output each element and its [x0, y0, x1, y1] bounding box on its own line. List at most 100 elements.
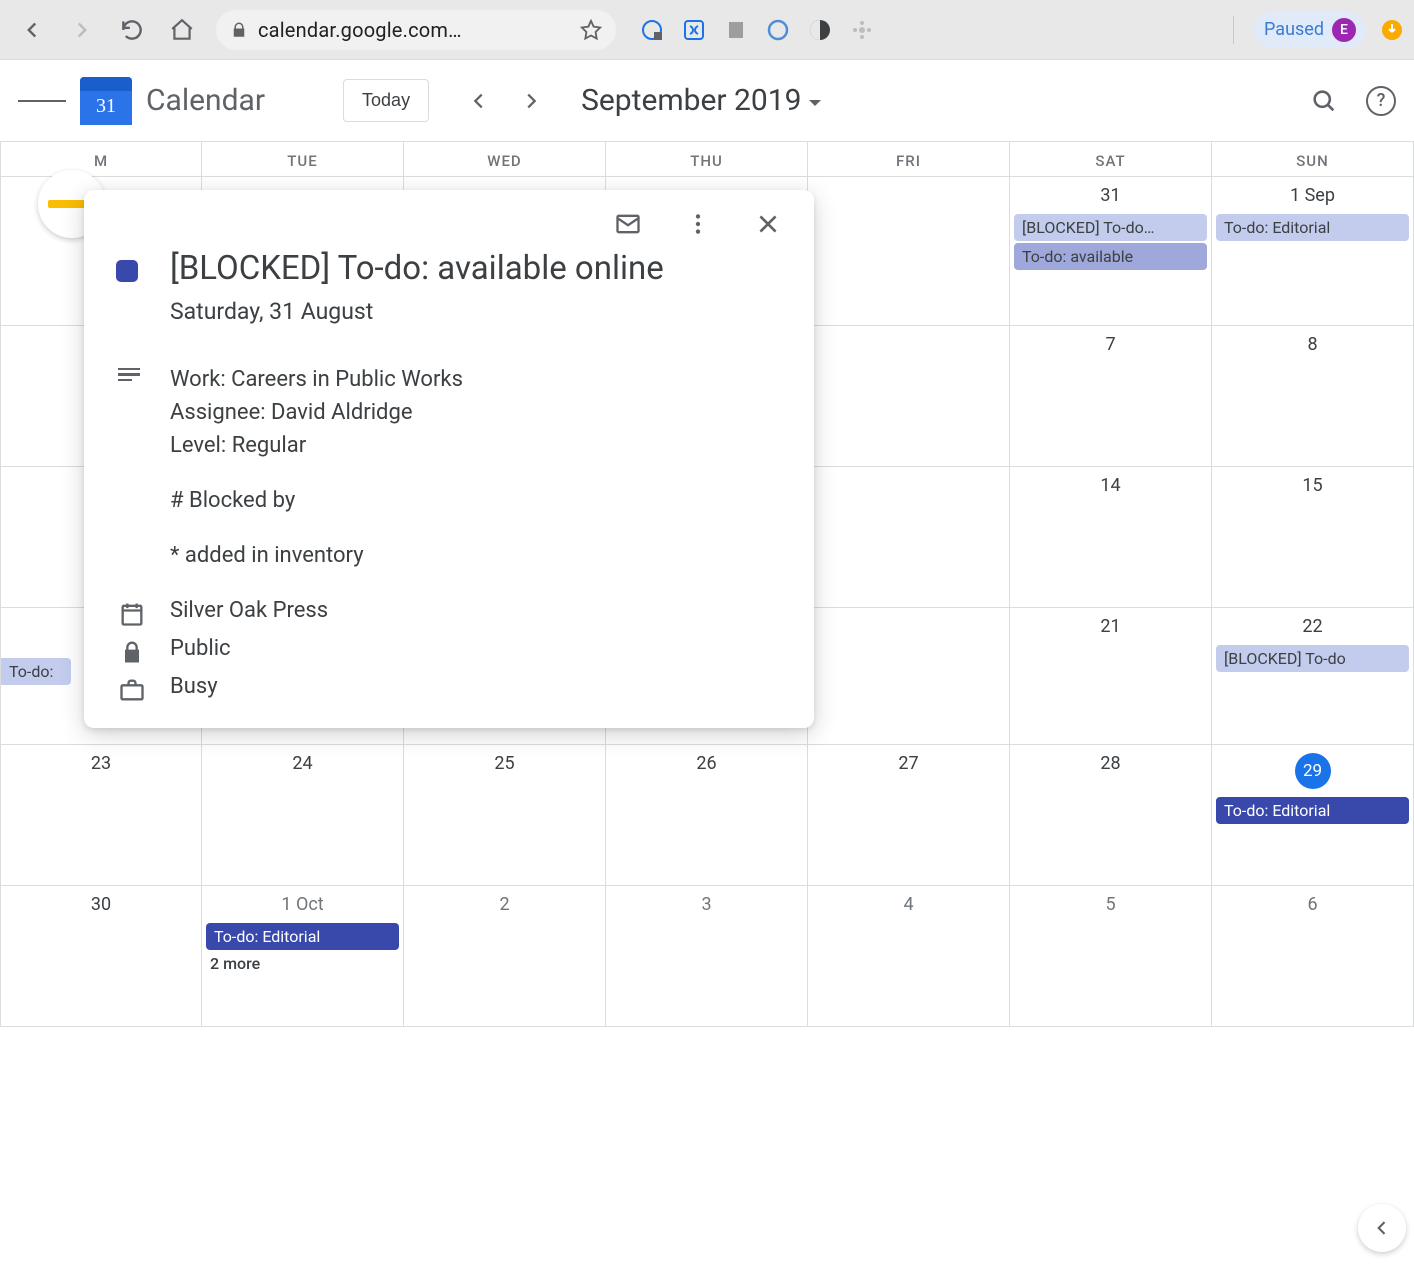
- day-number[interactable]: 14: [1010, 471, 1211, 502]
- avatar: E: [1332, 18, 1356, 42]
- day-cell[interactable]: 28: [1010, 745, 1212, 885]
- side-panel-toggle[interactable]: [1358, 1204, 1406, 1252]
- day-number[interactable]: [808, 330, 1009, 340]
- day-cell[interactable]: 29To-do: Editorial: [1212, 745, 1414, 885]
- home-button[interactable]: [160, 8, 204, 52]
- star-icon[interactable]: [580, 19, 602, 41]
- day-number[interactable]: 29: [1212, 749, 1413, 795]
- week-row: 23242526272829To-do: Editorial: [0, 745, 1414, 886]
- day-number[interactable]: 23: [1, 749, 201, 780]
- day-cell[interactable]: 26: [606, 745, 808, 885]
- day-cell[interactable]: [808, 608, 1010, 744]
- event-chip[interactable]: [BLOCKED] To-do…: [1014, 214, 1207, 241]
- day-cell[interactable]: 30: [0, 886, 202, 1026]
- options-button[interactable]: [678, 204, 718, 244]
- day-cell[interactable]: 14: [1010, 467, 1212, 607]
- event-chip[interactable]: [BLOCKED] To-do: [1216, 645, 1409, 672]
- close-button[interactable]: [748, 204, 788, 244]
- extension-icon[interactable]: [766, 18, 790, 42]
- day-number[interactable]: 1 Sep: [1212, 181, 1413, 212]
- day-cell[interactable]: 27: [808, 745, 1010, 885]
- day-number[interactable]: 6: [1212, 890, 1413, 921]
- day-cell[interactable]: 7: [1010, 326, 1212, 466]
- day-number[interactable]: 8: [1212, 330, 1413, 361]
- extension-icon[interactable]: [808, 18, 832, 42]
- lock-icon: [118, 638, 146, 666]
- back-button[interactable]: [10, 8, 54, 52]
- extension-icon[interactable]: [724, 18, 748, 42]
- today-button[interactable]: Today: [343, 79, 429, 122]
- day-cell[interactable]: [808, 326, 1010, 466]
- day-cell[interactable]: 1 SepTo-do: Editorial: [1212, 177, 1414, 325]
- extension-icons: [640, 18, 874, 42]
- event-chip[interactable]: To-do:: [1, 658, 71, 685]
- event-chip[interactable]: To-do: Editorial: [206, 923, 399, 950]
- day-number[interactable]: 15: [1212, 471, 1413, 502]
- current-range-label[interactable]: September 2019: [581, 83, 821, 118]
- lock-icon: [230, 21, 248, 39]
- day-cell[interactable]: 6: [1212, 886, 1414, 1026]
- day-number[interactable]: 25: [404, 749, 605, 780]
- day-cell[interactable]: [808, 177, 1010, 325]
- day-cell[interactable]: [808, 467, 1010, 607]
- day-cell[interactable]: 15: [1212, 467, 1414, 607]
- event-chip[interactable]: To-do: Editorial: [1216, 214, 1409, 241]
- forward-button[interactable]: [60, 8, 104, 52]
- day-number[interactable]: 30: [1, 890, 201, 921]
- day-number[interactable]: 22: [1212, 612, 1413, 643]
- email-guests-button[interactable]: [608, 204, 648, 244]
- day-cell[interactable]: 25: [404, 745, 606, 885]
- day-number[interactable]: 24: [202, 749, 403, 780]
- day-number[interactable]: 31: [1010, 181, 1211, 212]
- search-button[interactable]: [1310, 87, 1338, 115]
- calendar-icon: [118, 600, 146, 628]
- day-number[interactable]: 2: [404, 890, 605, 921]
- day-cell[interactable]: 3: [606, 886, 808, 1026]
- event-title: [BLOCKED] To-do: available online: [170, 250, 794, 288]
- profile-paused-pill[interactable]: Paused E: [1254, 12, 1366, 48]
- extension-icon[interactable]: [850, 18, 874, 42]
- main-menu-button[interactable]: [18, 77, 66, 125]
- prev-period-button[interactable]: [459, 81, 499, 121]
- day-cell[interactable]: 22[BLOCKED] To-do: [1212, 608, 1414, 744]
- day-number[interactable]: [808, 612, 1009, 622]
- weekday-header-row: MTUEWEDTHUFRISATSUN: [0, 142, 1414, 177]
- day-number[interactable]: 3: [606, 890, 807, 921]
- day-number[interactable]: 1 Oct: [202, 890, 403, 921]
- app-title: Calendar: [146, 83, 265, 118]
- help-button[interactable]: ?: [1366, 86, 1396, 116]
- week-row: 301 OctTo-do: Editorial 2 more 23456: [0, 886, 1414, 1027]
- day-cell[interactable]: 23: [0, 745, 202, 885]
- address-bar[interactable]: calendar.google.com…: [216, 10, 616, 50]
- calendar-grid-area: MTUEWEDTHUFRISATSUN 31[BLOCKED] To-do…To…: [0, 142, 1414, 1270]
- separator: [1233, 16, 1234, 44]
- day-number[interactable]: [808, 181, 1009, 191]
- event-chip[interactable]: To-do: available: [1014, 243, 1207, 270]
- day-number[interactable]: 5: [1010, 890, 1211, 921]
- calendar-logo[interactable]: Calendar: [80, 77, 265, 125]
- day-cell[interactable]: 24: [202, 745, 404, 885]
- day-number[interactable]: 21: [1010, 612, 1211, 643]
- day-number[interactable]: 7: [1010, 330, 1211, 361]
- next-period-button[interactable]: [511, 81, 551, 121]
- weekday-header: M: [0, 142, 202, 176]
- extension-icon[interactable]: [1380, 18, 1404, 42]
- day-number[interactable]: 27: [808, 749, 1009, 780]
- day-cell[interactable]: 5: [1010, 886, 1212, 1026]
- day-cell[interactable]: 8: [1212, 326, 1414, 466]
- day-number[interactable]: 4: [808, 890, 1009, 921]
- day-number[interactable]: 28: [1010, 749, 1211, 780]
- day-cell[interactable]: 31[BLOCKED] To-do…To-do: available: [1010, 177, 1212, 325]
- day-cell[interactable]: 21: [1010, 608, 1212, 744]
- day-cell[interactable]: 4: [808, 886, 1010, 1026]
- extension-icon[interactable]: [640, 18, 664, 42]
- day-number[interactable]: [808, 471, 1009, 481]
- day-cell[interactable]: 2: [404, 886, 606, 1026]
- day-number[interactable]: 26: [606, 749, 807, 780]
- event-chip[interactable]: To-do: Editorial: [1216, 797, 1409, 824]
- extension-icon[interactable]: [682, 18, 706, 42]
- visibility-label: Public: [170, 636, 794, 666]
- more-events-link[interactable]: 2 more: [210, 954, 395, 973]
- reload-button[interactable]: [110, 8, 154, 52]
- day-cell[interactable]: 1 OctTo-do: Editorial 2 more: [202, 886, 404, 1026]
